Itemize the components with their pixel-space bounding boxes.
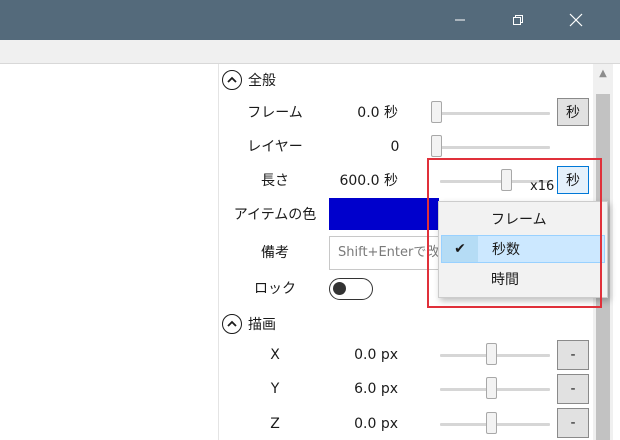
item-color-swatch[interactable] bbox=[329, 198, 439, 230]
chevron-up-icon[interactable] bbox=[222, 314, 242, 334]
scroll-up-icon[interactable]: ▲ bbox=[593, 68, 613, 84]
menu-item-label: 秒数 bbox=[492, 242, 520, 258]
minimize-button[interactable] bbox=[432, 0, 488, 40]
y-minus-button[interactable]: - bbox=[557, 374, 589, 404]
layer-value[interactable]: 0 bbox=[360, 136, 430, 158]
close-icon bbox=[569, 13, 583, 27]
menu-item-time[interactable]: 時間 bbox=[441, 265, 605, 293]
section-general-title: 全般 bbox=[248, 73, 276, 89]
z-value[interactable]: 0.0 px bbox=[354, 413, 398, 435]
title-bar bbox=[0, 0, 620, 40]
x-value[interactable]: 0.0 px bbox=[354, 344, 398, 366]
section-drawing-title: 描画 bbox=[248, 317, 276, 333]
frame-value[interactable]: 0.0 秒 bbox=[357, 102, 398, 124]
unit-context-menu: フレーム ✔ 秒数 時間 bbox=[438, 201, 608, 298]
frame-label: フレーム bbox=[247, 105, 303, 121]
length-unit-button[interactable]: 秒 bbox=[557, 166, 589, 194]
check-icon: ✔ bbox=[442, 236, 478, 262]
lock-label: ロック bbox=[254, 281, 296, 297]
item-color-label: アイテムの色 bbox=[233, 207, 317, 223]
x-label: X bbox=[270, 347, 280, 363]
layer-label: レイヤー bbox=[247, 139, 303, 155]
y-value[interactable]: 6.0 px bbox=[354, 378, 398, 400]
maximize-button[interactable] bbox=[490, 0, 546, 40]
menu-item-seconds[interactable]: ✔ 秒数 bbox=[441, 235, 605, 263]
section-general-header[interactable]: 全般 bbox=[222, 68, 276, 92]
z-minus-button[interactable]: - bbox=[557, 408, 589, 438]
restore-icon bbox=[512, 14, 524, 26]
menu-item-label: フレーム bbox=[491, 212, 547, 228]
frame-slider-handle[interactable] bbox=[431, 101, 442, 123]
menu-item-frame[interactable]: フレーム bbox=[441, 205, 605, 233]
y-slider-handle[interactable] bbox=[486, 377, 497, 399]
x-slider-handle[interactable] bbox=[486, 343, 497, 365]
minimize-icon bbox=[454, 14, 466, 26]
frame-unit-button[interactable]: 秒 bbox=[557, 98, 589, 126]
layer-slider-track[interactable] bbox=[440, 146, 550, 149]
chevron-up-icon[interactable] bbox=[222, 70, 242, 90]
memo-label: 備考 bbox=[261, 245, 289, 261]
length-value[interactable]: 600.0 秒 bbox=[339, 170, 398, 192]
length-slider-handle[interactable] bbox=[501, 169, 512, 191]
menu-bar bbox=[0, 40, 620, 64]
y-label: Y bbox=[270, 381, 280, 397]
lock-toggle[interactable] bbox=[329, 278, 373, 300]
layer-slider-handle[interactable] bbox=[431, 135, 442, 157]
menu-item-label: 時間 bbox=[491, 272, 519, 288]
lock-toggle-knob bbox=[333, 282, 346, 295]
close-button[interactable] bbox=[548, 0, 604, 40]
window-edge bbox=[613, 64, 620, 440]
length-multiplier: x16 bbox=[530, 179, 555, 194]
z-label: Z bbox=[270, 416, 280, 432]
z-slider-handle[interactable] bbox=[486, 412, 497, 434]
memo-input[interactable]: Shift+Enterで改行 bbox=[329, 236, 439, 270]
length-label: 長さ bbox=[261, 173, 289, 189]
x-minus-button[interactable]: - bbox=[557, 340, 589, 370]
frame-slider-track[interactable] bbox=[440, 112, 550, 115]
section-drawing-header[interactable]: 描画 bbox=[222, 312, 276, 336]
